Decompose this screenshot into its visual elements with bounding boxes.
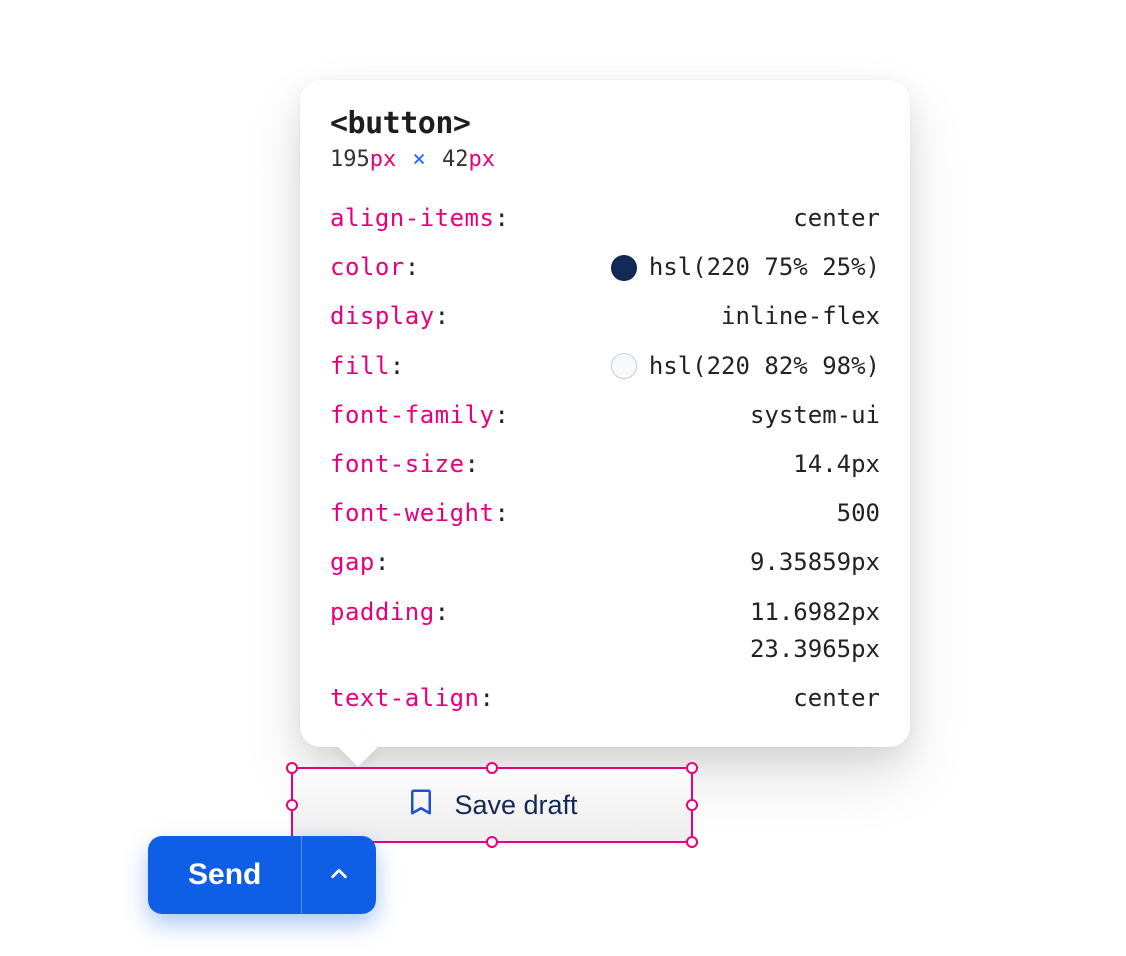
prop-name: gap bbox=[330, 544, 390, 581]
color-swatch-icon bbox=[611, 255, 637, 281]
prop-gap: gap 9.35859px bbox=[330, 544, 880, 581]
bookmark-icon bbox=[406, 787, 436, 824]
prop-value: center bbox=[793, 200, 880, 237]
tooltip-pointer bbox=[338, 727, 378, 767]
color-value-text: hsl(220 75% 25%) bbox=[649, 249, 880, 286]
prop-value-with-swatch: hsl(220 82% 98%) bbox=[611, 348, 880, 385]
prop-name: color bbox=[330, 249, 420, 286]
prop-display: display inline-flex bbox=[330, 298, 880, 335]
send-button-group: Send bbox=[148, 836, 376, 914]
inspector-header: <button> 195px × 42px bbox=[330, 106, 880, 172]
send-button[interactable]: Send bbox=[148, 836, 301, 914]
prop-value: center bbox=[793, 680, 880, 717]
prop-value-multiline: 11.6982px 23.3965px bbox=[750, 594, 880, 668]
prop-text-align: text-align center bbox=[330, 680, 880, 717]
prop-value: system-ui bbox=[750, 397, 880, 434]
padding-value-2: 23.3965px bbox=[750, 631, 880, 668]
prop-name: align-items bbox=[330, 200, 509, 237]
send-dropdown-toggle[interactable] bbox=[301, 836, 376, 914]
selected-element-wrap: Save draft bbox=[292, 768, 692, 842]
prop-align-items: align-items center bbox=[330, 200, 880, 237]
prop-color: color hsl(220 75% 25%) bbox=[330, 249, 880, 286]
height-unit: px bbox=[469, 147, 496, 172]
width-value: 195 bbox=[330, 147, 370, 172]
prop-font-family: font-family system-ui bbox=[330, 397, 880, 434]
prop-name: fill bbox=[330, 348, 405, 385]
save-draft-label: Save draft bbox=[454, 790, 577, 821]
fill-value-text: hsl(220 82% 98%) bbox=[649, 348, 880, 385]
prop-value: 9.35859px bbox=[750, 544, 880, 581]
prop-font-weight: font-weight 500 bbox=[330, 495, 880, 532]
prop-name: font-weight bbox=[330, 495, 509, 532]
prop-value: 500 bbox=[837, 495, 880, 532]
padding-value-1: 11.6982px bbox=[750, 594, 880, 631]
prop-fill: fill hsl(220 82% 98%) bbox=[330, 348, 880, 385]
send-label: Send bbox=[188, 858, 261, 891]
prop-padding: padding 11.6982px 23.3965px bbox=[330, 594, 880, 668]
prop-name: text-align bbox=[330, 680, 494, 717]
prop-value: 14.4px bbox=[793, 446, 880, 483]
prop-name: display bbox=[330, 298, 450, 335]
save-draft-button[interactable]: Save draft bbox=[292, 768, 692, 842]
color-swatch-icon bbox=[611, 353, 637, 379]
dim-separator: × bbox=[413, 147, 426, 172]
width-unit: px bbox=[370, 147, 397, 172]
prop-name: font-family bbox=[330, 397, 509, 434]
chevron-up-icon bbox=[328, 863, 350, 888]
prop-name: font-size bbox=[330, 446, 480, 483]
css-property-list: align-items center color hsl(220 75% 25%… bbox=[330, 200, 880, 717]
prop-value-with-swatch: hsl(220 75% 25%) bbox=[611, 249, 880, 286]
prop-value: inline-flex bbox=[721, 298, 880, 335]
element-tag: <button> bbox=[330, 106, 880, 141]
height-value: 42 bbox=[442, 147, 469, 172]
prop-name: padding bbox=[330, 594, 450, 631]
inspector-panel: <button> 195px × 42px align-items center… bbox=[300, 80, 910, 747]
prop-font-size: font-size 14.4px bbox=[330, 446, 880, 483]
element-dimensions: 195px × 42px bbox=[330, 147, 880, 172]
